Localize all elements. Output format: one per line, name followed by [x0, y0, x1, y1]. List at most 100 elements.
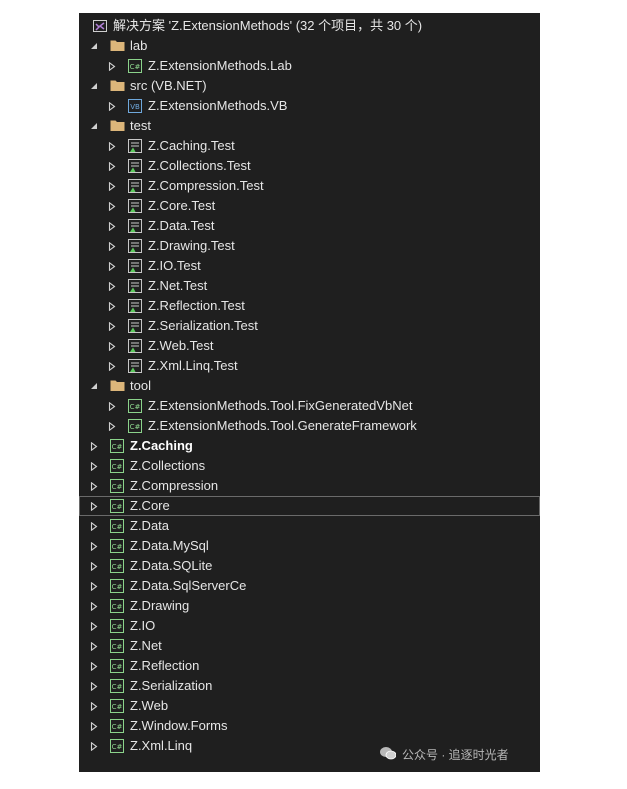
collapsed-chevron-icon[interactable] — [105, 276, 119, 296]
tree-project-row[interactable]: Z.IO.Test — [79, 256, 540, 276]
collapsed-chevron-icon[interactable] — [87, 676, 101, 696]
collapsed-chevron-icon[interactable] — [105, 96, 119, 116]
tree-project-row[interactable]: C# Z.Web — [79, 696, 540, 716]
tree-project-row[interactable]: C# Z.Core — [79, 496, 540, 516]
tree-project-row[interactable]: Z.Net.Test — [79, 276, 540, 296]
tree-project-row[interactable]: C# Z.Collections — [79, 456, 540, 476]
tree-project-row[interactable]: Z.Caching.Test — [79, 136, 540, 156]
tree-folder-row[interactable]: test — [79, 116, 540, 136]
collapsed-chevron-icon[interactable] — [87, 596, 101, 616]
collapsed-chevron-icon[interactable] — [87, 556, 101, 576]
tree-project-row[interactable]: VB Z.ExtensionMethods.VB — [79, 96, 540, 116]
collapsed-chevron-icon[interactable] — [105, 396, 119, 416]
tree-project-row[interactable]: C# Z.ExtensionMethods.Lab — [79, 56, 540, 76]
collapsed-chevron-icon[interactable] — [87, 696, 101, 716]
collapsed-chevron-icon[interactable] — [105, 216, 119, 236]
tree-folder-row[interactable]: src (VB.NET) — [79, 76, 540, 96]
collapsed-chevron-icon[interactable] — [87, 456, 101, 476]
tree-item-label: Z.Reflection — [130, 658, 200, 673]
collapsed-chevron-icon[interactable] — [105, 56, 119, 76]
collapsed-chevron-icon[interactable] — [105, 236, 119, 256]
tree-project-row[interactable]: Z.Drawing.Test — [79, 236, 540, 256]
collapsed-chevron-icon[interactable] — [105, 136, 119, 156]
tree-project-row[interactable]: Z.Xml.Linq.Test — [79, 356, 540, 376]
collapsed-chevron-icon[interactable] — [87, 716, 101, 736]
tree-project-row[interactable]: C# Z.Data.SQLite — [79, 556, 540, 576]
collapsed-chevron-icon[interactable] — [105, 296, 119, 316]
csharp-project-icon: C# — [110, 659, 124, 673]
folder-icon — [110, 379, 125, 393]
tree-project-row[interactable]: Z.Web.Test — [79, 336, 540, 356]
svg-text:C#: C# — [112, 603, 123, 611]
solution-root[interactable]: 解决方案 'Z.ExtensionMethods' (32 个项目，共 30 个… — [79, 16, 540, 36]
tree-item-label: Z.Reflection.Test — [148, 298, 245, 313]
tree-project-row[interactable]: C# Z.Data.SqlServerCe — [79, 576, 540, 596]
collapsed-chevron-icon[interactable] — [87, 516, 101, 536]
tree-project-row[interactable]: Z.Data.Test — [79, 216, 540, 236]
tree-project-row[interactable]: C# Z.ExtensionMethods.Tool.GenerateFramew… — [79, 416, 540, 436]
expanded-chevron-icon[interactable] — [87, 376, 101, 396]
tree-project-row[interactable]: C# Z.Reflection — [79, 656, 540, 676]
watermark: 公众号 · 追逐时光者 — [380, 744, 509, 764]
tree-project-row[interactable]: Z.Core.Test — [79, 196, 540, 216]
tree-project-row[interactable]: Z.Reflection.Test — [79, 296, 540, 316]
collapsed-chevron-icon[interactable] — [105, 416, 119, 436]
tree-project-row[interactable]: Z.Collections.Test — [79, 156, 540, 176]
collapsed-chevron-icon[interactable] — [105, 316, 119, 336]
collapsed-chevron-icon[interactable] — [87, 436, 101, 456]
tree-item-label: Z.Data.SQLite — [130, 558, 213, 573]
csharp-project-icon: C# — [110, 539, 124, 553]
svg-text:C#: C# — [112, 443, 123, 451]
test-project-icon — [128, 179, 142, 193]
csharp-project-icon: C# — [110, 599, 124, 613]
tree-project-row[interactable]: C# Z.Serialization — [79, 676, 540, 696]
expanded-chevron-icon[interactable] — [87, 76, 101, 96]
collapsed-chevron-icon[interactable] — [87, 536, 101, 556]
collapsed-chevron-icon[interactable] — [87, 736, 101, 756]
tree-project-row[interactable]: C# Z.ExtensionMethods.Tool.FixGeneratedVb… — [79, 396, 540, 416]
collapsed-chevron-icon[interactable] — [105, 356, 119, 376]
tree-project-row[interactable]: C# Z.Caching — [79, 436, 540, 456]
collapsed-chevron-icon[interactable] — [105, 176, 119, 196]
tree-project-row[interactable]: Z.Compression.Test — [79, 176, 540, 196]
tree-item-label: Z.Core — [130, 498, 170, 513]
tree-item-label: Z.IO.Test — [148, 258, 201, 273]
collapsed-chevron-icon[interactable] — [87, 476, 101, 496]
folder-icon — [110, 39, 125, 53]
svg-text:C#: C# — [112, 723, 123, 731]
tree-item-label: Z.Web.Test — [148, 338, 214, 353]
tree-item-label: Z.Caching — [130, 438, 193, 453]
tree-project-row[interactable]: C# Z.Drawing — [79, 596, 540, 616]
collapsed-chevron-icon[interactable] — [87, 636, 101, 656]
expanded-chevron-icon[interactable] — [87, 36, 101, 56]
test-project-icon — [128, 199, 142, 213]
collapsed-chevron-icon[interactable] — [105, 256, 119, 276]
tree-item-label: Z.Data.MySql — [130, 538, 209, 553]
collapsed-chevron-icon[interactable] — [105, 156, 119, 176]
tree-project-row[interactable]: C# Z.Compression — [79, 476, 540, 496]
tree-item-label: Z.Data — [130, 518, 170, 533]
tree-folder-row[interactable]: tool — [79, 376, 540, 396]
tree-item-label: Z.Serialization.Test — [148, 318, 258, 333]
csharp-project-icon: C# — [110, 739, 124, 753]
tree-item-label: Z.Window.Forms — [130, 718, 228, 733]
tree-item-label: Z.ExtensionMethods.Tool.FixGeneratedVbNe… — [148, 398, 413, 413]
tree-project-row[interactable]: C# Z.Data — [79, 516, 540, 536]
tree-project-row[interactable]: C# Z.IO — [79, 616, 540, 636]
svg-text:C#: C# — [130, 423, 141, 431]
tree-project-row[interactable]: C# Z.Data.MySql — [79, 536, 540, 556]
tree-project-row[interactable]: C# Z.Net — [79, 636, 540, 656]
collapsed-chevron-icon[interactable] — [105, 196, 119, 216]
collapsed-chevron-icon[interactable] — [105, 336, 119, 356]
expanded-chevron-icon[interactable] — [87, 116, 101, 136]
collapsed-chevron-icon[interactable] — [87, 616, 101, 636]
tree-item-label: Z.Web — [130, 698, 169, 713]
wechat-icon — [380, 746, 397, 763]
collapsed-chevron-icon[interactable] — [87, 496, 101, 516]
test-project-icon — [128, 339, 142, 353]
collapsed-chevron-icon[interactable] — [87, 656, 101, 676]
collapsed-chevron-icon[interactable] — [87, 576, 101, 596]
tree-project-row[interactable]: Z.Serialization.Test — [79, 316, 540, 336]
tree-folder-row[interactable]: lab — [79, 36, 540, 56]
tree-project-row[interactable]: C# Z.Window.Forms — [79, 716, 540, 736]
